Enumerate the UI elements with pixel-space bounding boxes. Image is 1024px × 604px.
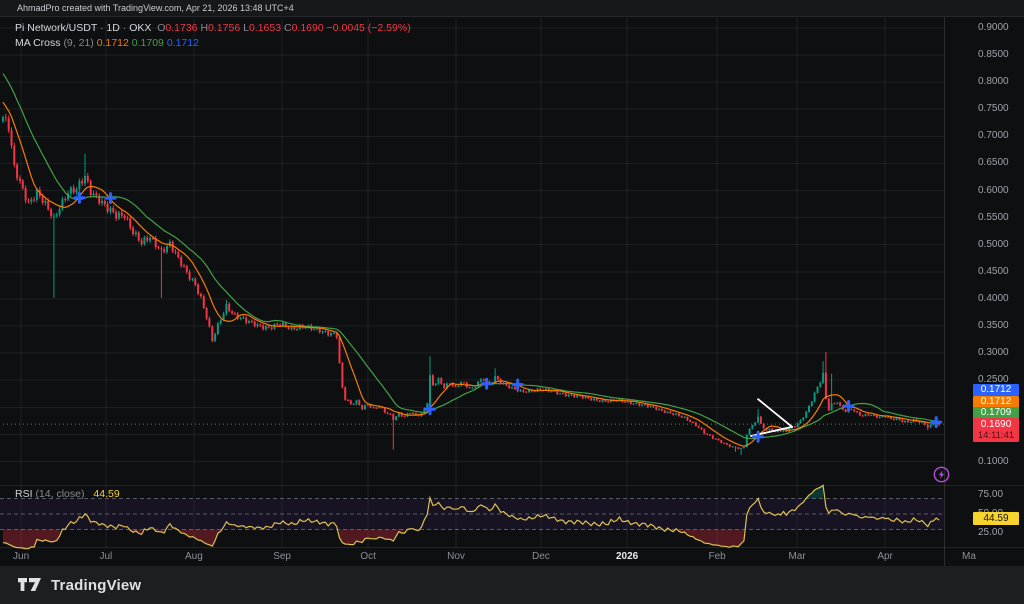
- time-axis-label: Sep: [273, 550, 291, 564]
- time-axis-label: Jul: [99, 550, 112, 564]
- interval-label[interactable]: 1D: [106, 22, 119, 34]
- price-tick-label: 0.5500: [978, 212, 1009, 224]
- boost-button[interactable]: [929, 462, 954, 487]
- attribution-bar: AhmadPro created with TradingView.com, A…: [0, 0, 1024, 17]
- legend-separator: ·: [100, 22, 104, 34]
- time-axis-label: Ma: [962, 550, 976, 564]
- time-axis-label: Oct: [360, 550, 376, 564]
- rsi-value-label: 44.59: [973, 512, 1019, 525]
- rsi-tick-label: 25.00: [978, 527, 1003, 539]
- close-value: 0.1690: [292, 22, 324, 34]
- ma-fast-value: 0.1712: [97, 37, 129, 49]
- brand-wordmark: TradingView: [51, 577, 141, 594]
- time-axis-label: Jun: [13, 550, 29, 564]
- attribution-text: AhmadPro created with TradingView.com, A…: [17, 3, 294, 13]
- bar-countdown: 14:11:41: [973, 430, 1019, 441]
- price-tick-label: 0.6000: [978, 185, 1009, 197]
- time-axis-label: Dec: [532, 550, 550, 564]
- low-value: 0.1653: [249, 22, 281, 34]
- ma-cross-params: (9, 21): [63, 37, 93, 49]
- last-price-value: 0.1690: [973, 419, 1019, 430]
- time-axis-label: 2026: [616, 550, 638, 564]
- bottom-bar: TradingView: [0, 566, 1024, 604]
- legend-symbol-row: Pi Network/USDT · 1D · OKX O0.1736 H0.17…: [15, 21, 411, 35]
- price-tick-label: 0.8500: [978, 49, 1009, 61]
- price-tick-label: 0.8000: [978, 76, 1009, 88]
- legend-ma-row: MA Cross (9, 21) 0.1712 0.1709 0.1712: [15, 36, 411, 50]
- time-axis-label: Aug: [185, 550, 203, 564]
- price-tick-label: 0.3500: [978, 320, 1009, 332]
- legend: Pi Network/USDT · 1D · OKX O0.1736 H0.17…: [15, 21, 411, 50]
- price-tick-label: 0.5000: [978, 239, 1009, 251]
- ma-slow-value: 0.1709: [132, 37, 164, 49]
- ma-cross-price-label: 0.1712: [973, 384, 1019, 396]
- high-value: 0.1756: [208, 22, 240, 34]
- open-value: 0.1736: [165, 22, 197, 34]
- rsi-legend: RSI (14, close) 44.59: [15, 488, 120, 500]
- high-label: H: [200, 22, 208, 34]
- ma-cross-title[interactable]: MA Cross: [15, 37, 61, 49]
- change-value: −0.0045 (−2.59%): [327, 22, 411, 34]
- lightning-icon: [929, 462, 954, 487]
- price-tick-label: 0.4000: [978, 293, 1009, 305]
- price-tick-label: 0.1000: [978, 456, 1009, 468]
- rsi-tick-label: 75.00: [978, 489, 1003, 501]
- close-label: C: [284, 22, 292, 34]
- symbol-title[interactable]: Pi Network/USDT: [15, 22, 97, 34]
- time-axis-label: Mar: [788, 550, 805, 564]
- exchange-label[interactable]: OKX: [129, 22, 151, 34]
- pane-separator[interactable]: [0, 485, 1024, 486]
- time-axis-label: Apr: [877, 550, 893, 564]
- tradingview-mark-icon: [18, 578, 43, 592]
- price-tick-label: 0.9000: [978, 22, 1009, 34]
- tradingview-chart-window: { "top_bar": { "attribution": "AhmadPro …: [0, 0, 1024, 604]
- legend-separator: ·: [123, 22, 127, 34]
- time-axis-label: Feb: [708, 550, 725, 564]
- price-tick-label: 0.6500: [978, 157, 1009, 169]
- last-price-label: 0.1690 14:11:41: [973, 418, 1019, 442]
- rsi-params: (14, close): [35, 488, 84, 500]
- tradingview-logo[interactable]: TradingView: [18, 577, 141, 594]
- price-tick-label: 0.7000: [978, 130, 1009, 142]
- price-tick-label: 0.7500: [978, 103, 1009, 115]
- rsi-value: 44.59: [93, 488, 119, 500]
- time-axis[interactable]: Jun Jul Aug Sep Oct Nov Dec 2026 Feb Mar Apr Ma: [0, 548, 1024, 566]
- price-tick-label: 0.3000: [978, 347, 1009, 359]
- rsi-title[interactable]: RSI: [15, 488, 33, 500]
- ma-cross-value: 0.1712: [167, 37, 199, 49]
- price-tick-label: 0.4500: [978, 266, 1009, 278]
- time-axis-label: Nov: [447, 550, 465, 564]
- chart-canvas[interactable]: [0, 0, 1024, 604]
